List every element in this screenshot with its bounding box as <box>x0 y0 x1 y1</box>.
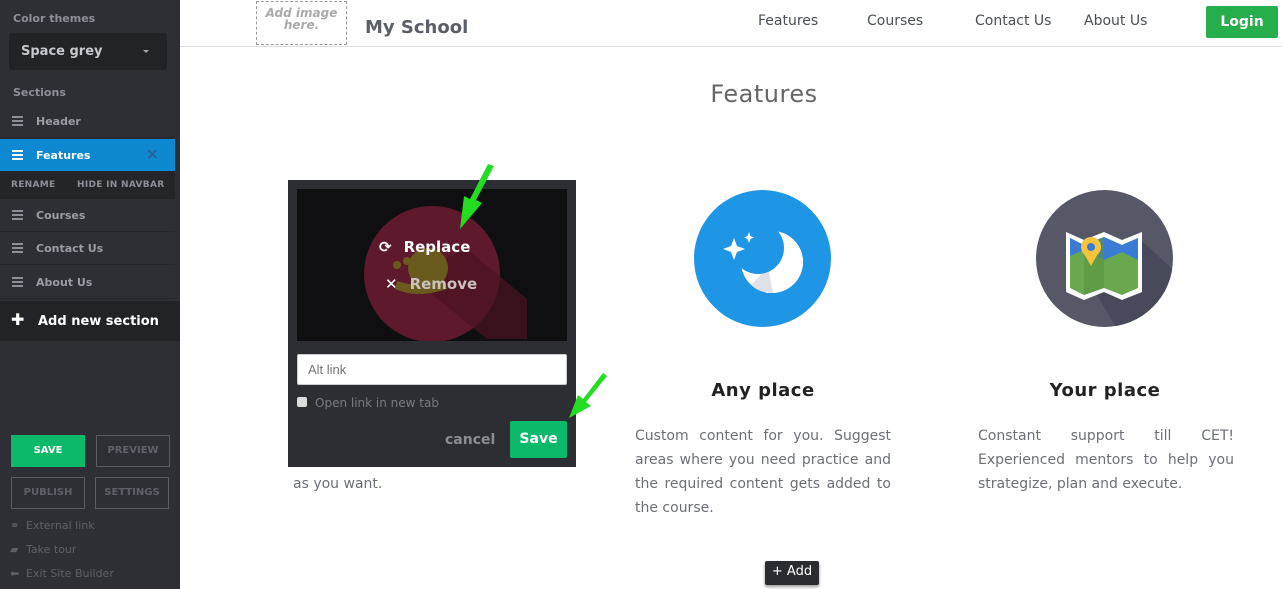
plus-icon: ✚ <box>11 310 25 329</box>
replace-label: Replace <box>403 238 471 256</box>
drag-handle-icon[interactable] <box>12 210 23 220</box>
site-navbar: Add image here. My School Features Cours… <box>180 0 1282 47</box>
logo-placeholder[interactable]: Add image here. <box>256 1 347 45</box>
publish-button[interactable]: PUBLISH <box>11 477 85 509</box>
close-icon: ✕ <box>385 275 398 293</box>
drag-handle-icon[interactable] <box>12 243 23 253</box>
login-button[interactable]: Login <box>1206 6 1278 38</box>
nav-link-features[interactable]: Features <box>758 13 818 29</box>
take-tour-link[interactable]: ▰ Take tour <box>10 543 76 556</box>
image-preview: ⟳ Replace ✕ Remove <box>297 189 567 341</box>
link-icon: ⚭ <box>10 519 20 532</box>
rename-button[interactable]: RENAME <box>11 180 55 190</box>
drag-handle-icon[interactable] <box>12 150 23 160</box>
section-actions: RENAME HIDE IN NAVBAR <box>0 171 175 199</box>
section-item-contact-us[interactable]: Contact Us <box>0 232 175 265</box>
open-new-tab-label: Open link in new tab <box>315 396 439 410</box>
snail-icon <box>364 206 527 341</box>
take-tour-label: Take tour <box>26 543 77 556</box>
chevron-down-icon <box>143 50 149 53</box>
add-new-section-button[interactable]: ✚ Add new section <box>0 301 180 341</box>
map-icon[interactable] <box>1036 190 1173 327</box>
popup-save-button[interactable]: Save <box>510 421 567 458</box>
open-new-tab-checkbox[interactable] <box>297 397 307 407</box>
nav-link-courses[interactable]: Courses <box>867 13 923 29</box>
feature-title-your-place[interactable]: Your place <box>955 380 1255 401</box>
builder-sidebar: Color themes Space grey Sections Header … <box>0 0 180 589</box>
cancel-button[interactable]: cancel <box>445 432 495 448</box>
hide-in-navbar-button[interactable]: HIDE IN NAVBAR <box>77 180 164 190</box>
moon-stars-icon[interactable] <box>694 190 831 327</box>
remove-image-button[interactable]: ✕ Remove <box>385 275 477 293</box>
replace-image-button[interactable]: ⟳ Replace <box>379 238 470 256</box>
refresh-icon: ⟳ <box>379 238 392 256</box>
drag-handle-icon[interactable] <box>12 277 23 287</box>
external-link-label: External link <box>26 519 95 532</box>
section-item-about-us[interactable]: About Us <box>0 266 175 299</box>
section-item-label: Courses <box>36 209 86 222</box>
color-themes-label: Color themes <box>13 12 96 25</box>
nav-link-about-us[interactable]: About Us <box>1084 13 1147 29</box>
add-feature-button[interactable]: + Add <box>765 561 819 585</box>
section-item-label: Header <box>36 115 81 128</box>
sections-label: Sections <box>13 86 66 99</box>
theme-select[interactable]: Space grey <box>9 33 167 70</box>
feature-desc-any-place[interactable]: Custom content for you. Suggest areas wh… <box>635 424 891 520</box>
section-title: Features <box>710 80 818 108</box>
section-item-label: Contact Us <box>36 242 104 255</box>
remove-label: Remove <box>409 275 478 293</box>
section-item-label: Features <box>36 149 91 162</box>
exit-site-builder-link[interactable]: ⬅ Exit Site Builder <box>10 567 114 580</box>
image-edit-popup: ⟳ Replace ✕ Remove Open link in new tab ca… <box>288 180 576 467</box>
section-item-features[interactable]: Features ✕ <box>0 139 175 172</box>
section-item-label: About Us <box>36 276 93 289</box>
close-icon[interactable]: ✕ <box>146 145 159 164</box>
arrow-left-icon: ⬅ <box>10 567 20 580</box>
site-brand[interactable]: My School <box>365 17 468 38</box>
external-link[interactable]: ⚭ External link <box>10 519 95 532</box>
settings-button[interactable]: SETTINGS <box>95 477 169 509</box>
preview-button[interactable]: PREVIEW <box>96 435 170 467</box>
feature-title-any-place[interactable]: Any place <box>613 380 913 401</box>
paint-roller-icon: ▰ <box>10 543 19 556</box>
theme-selected-value: Space grey <box>21 44 103 59</box>
save-button[interactable]: SAVE <box>11 435 85 467</box>
feature-desc-your-place[interactable]: Constant support till CET! Experienced m… <box>978 424 1234 496</box>
alt-link-input[interactable] <box>297 354 567 385</box>
feature-desc-first[interactable]: as you want. <box>293 472 549 496</box>
drag-handle-icon[interactable] <box>12 116 23 126</box>
nav-link-contact-us[interactable]: Contact Us <box>975 13 1051 29</box>
exit-label: Exit Site Builder <box>26 567 114 580</box>
section-item-courses[interactable]: Courses <box>0 199 175 232</box>
section-item-header[interactable]: Header <box>0 105 175 138</box>
add-new-section-label: Add new section <box>38 314 159 329</box>
